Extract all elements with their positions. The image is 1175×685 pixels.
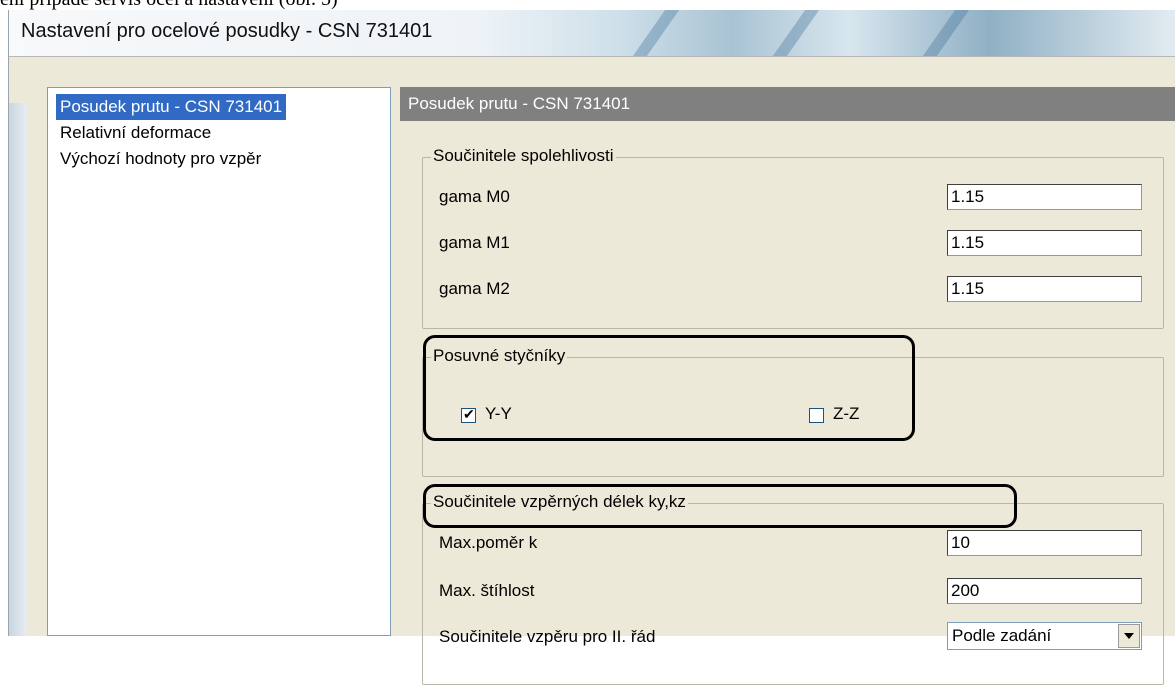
check-icon: ✔: [463, 406, 475, 422]
group-title: Posuvné styčníky: [431, 346, 568, 366]
title-decoration: [632, 10, 680, 56]
chevron-down-icon: [1124, 633, 1134, 639]
gamma-m0-input[interactable]: 1.15: [947, 184, 1142, 210]
settings-panel: Posudek prutu - CSN 731401 Součinitele s…: [400, 87, 1175, 685]
title-decoration: [922, 10, 970, 56]
group-reliability-factors: Součinitele spolehlivosti gama M0 1.15 g…: [422, 146, 1164, 329]
gamma-m2-label: gama M2: [439, 279, 510, 298]
tree-item-buckling-defaults[interactable]: Výchozí hodnoty pro vzpěr: [56, 146, 265, 172]
max-ratio-label: Max.poměr k: [439, 533, 538, 552]
left-edge: [9, 103, 27, 636]
document-caption: ení případě servis ocel a nastavení (obr…: [0, 0, 338, 10]
checkbox-y-y-label[interactable]: Y-Y: [485, 404, 512, 424]
max-slenderness-label: Max. štíhlost: [439, 581, 535, 600]
checkbox-z-z-label[interactable]: Z-Z: [833, 404, 859, 424]
max-slenderness-input[interactable]: 200: [947, 578, 1142, 604]
group-buckling-factors: Součinitele vzpěrných délek ky,kz Max.po…: [422, 492, 1164, 685]
window-title: Nastavení pro ocelové posudky - CSN 7314…: [21, 20, 433, 42]
second-order-factor-label: Součinitele vzpěru pro II. řád: [439, 627, 656, 646]
second-order-factor-select[interactable]: Podle zadání: [947, 622, 1142, 650]
tree-item-relative-deformation[interactable]: Relativní deformace: [56, 120, 215, 146]
select-value: Podle zadání: [952, 626, 1052, 645]
group-title: Součinitele spolehlivosti: [431, 146, 616, 166]
gamma-m1-label: gama M1: [439, 233, 510, 252]
gamma-m0-label: gama M0: [439, 187, 510, 206]
checkbox-z-z[interactable]: [809, 408, 824, 423]
title-bar: Nastavení pro ocelové posudky - CSN 7314…: [9, 10, 1175, 56]
group-sliding-joints: Posuvné styčníky ✔ Y-Y Z-Z: [422, 346, 1164, 477]
gamma-m2-input[interactable]: 1.15: [947, 276, 1142, 302]
title-decoration: [772, 10, 820, 56]
panel-header: Posudek prutu - CSN 731401: [400, 87, 1175, 121]
tree-item-member-check[interactable]: Posudek prutu - CSN 731401: [56, 94, 287, 120]
settings-dialog: Nastavení pro ocelové posudky - CSN 7314…: [8, 10, 1175, 685]
gamma-m1-input[interactable]: 1.15: [947, 230, 1142, 256]
dialog-body: Posudek prutu - CSN 731401 Relativní def…: [9, 56, 1175, 685]
max-ratio-input[interactable]: 10: [947, 530, 1142, 556]
settings-tree[interactable]: Posudek prutu - CSN 731401 Relativní def…: [47, 87, 391, 636]
group-title: Součinitele vzpěrných délek ky,kz: [431, 492, 688, 512]
dropdown-button[interactable]: [1118, 624, 1140, 648]
checkbox-y-y[interactable]: ✔: [461, 406, 476, 423]
